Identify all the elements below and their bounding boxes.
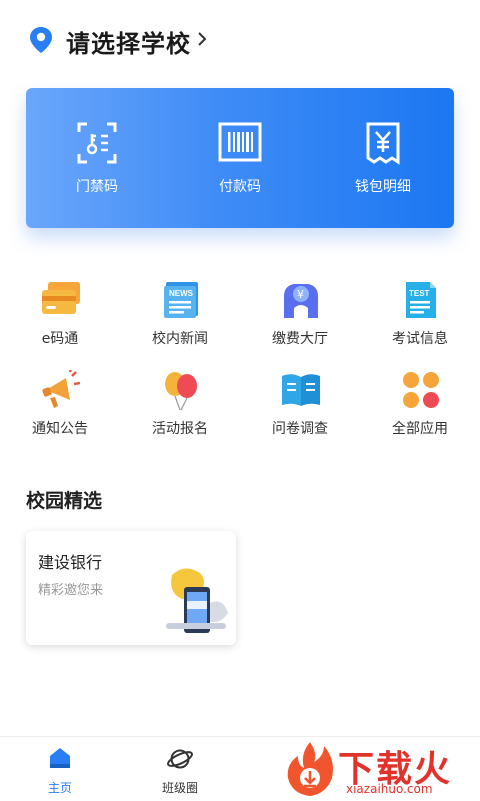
news-icon: NEWS [164, 282, 198, 318]
card-title: 建设银行 [38, 553, 103, 572]
tab-label: 班级圈 [161, 781, 198, 795]
card-subtitle: 精彩邀您来 [38, 583, 104, 598]
app-activity-signup[interactable]: 活动报名 [120, 370, 240, 450]
fire-logo-icon [287, 742, 333, 796]
featured-section-title: 校园精选 [26, 490, 103, 512]
app-notice[interactable]: 通知公告 [0, 370, 120, 450]
school-selector[interactable]: 请选择学校 [66, 24, 191, 59]
balloon-icon [165, 372, 197, 411]
svg-text:TEST: TEST [409, 289, 430, 298]
location-pin-icon [30, 27, 52, 53]
app-label: 通知公告 [32, 421, 88, 437]
planet-icon [167, 749, 193, 769]
app-label: e码通 [41, 331, 79, 347]
access-code-icon [77, 122, 117, 164]
all-apps-icon [403, 372, 439, 408]
quick-actions-banner: 门禁码 付款码 钱包明细 [26, 88, 454, 228]
test-icon: TEST [406, 282, 436, 318]
book-icon [282, 374, 320, 406]
app-label: 考试信息 [392, 331, 448, 347]
svg-text:NEWS: NEWS [169, 289, 194, 298]
app-ecode[interactable]: e码通 [0, 280, 120, 360]
home-icon [50, 748, 70, 768]
app-all-apps[interactable]: 全部应用 [360, 370, 480, 450]
app-survey[interactable]: 问卷调查 [240, 370, 360, 450]
card-icon [42, 282, 80, 314]
payment-code-button[interactable]: 付款码 [169, 88, 311, 228]
wallet-detail-button[interactable]: 钱包明细 [312, 88, 454, 228]
app-label: 全部应用 [392, 421, 448, 437]
app-payment-hall[interactable]: ¥ 缴费大厅 [240, 280, 360, 360]
app-label: 问卷调查 [272, 421, 328, 437]
tab-class-circle[interactable]: 班级圈 [120, 737, 240, 801]
megaphone-icon [42, 370, 81, 408]
watermark: 下载火 xiazaihuo.com [284, 738, 480, 800]
svg-text:¥: ¥ [297, 288, 304, 301]
app-label: 缴费大厅 [272, 331, 328, 347]
payment-code-label: 付款码 [219, 179, 261, 195]
app-label: 校内新闻 [152, 331, 208, 347]
payment-hall-icon: ¥ [284, 284, 318, 318]
app-campus-news[interactable]: NEWS 校内新闻 [120, 280, 240, 360]
app-exam-info[interactable]: TEST 考试信息 [360, 280, 480, 360]
access-code-label: 门禁码 [76, 179, 118, 195]
tab-home[interactable]: 主页 [0, 737, 120, 801]
featured-card[interactable]: 建设银行 精彩邀您来 [26, 531, 236, 645]
barcode-icon [218, 122, 262, 162]
chevron-right-icon[interactable] [196, 30, 208, 48]
watermark-url: xiazaihuo.com [346, 782, 433, 796]
tab-label: 主页 [47, 781, 72, 795]
header: 请选择学校 [0, 0, 480, 80]
access-code-button[interactable]: 门禁码 [26, 88, 168, 228]
wallet-detail-label: 钱包明细 [355, 179, 411, 195]
phone-illustration-icon [166, 568, 228, 633]
app-label: 活动报名 [152, 421, 208, 437]
wallet-receipt-icon [366, 122, 400, 165]
